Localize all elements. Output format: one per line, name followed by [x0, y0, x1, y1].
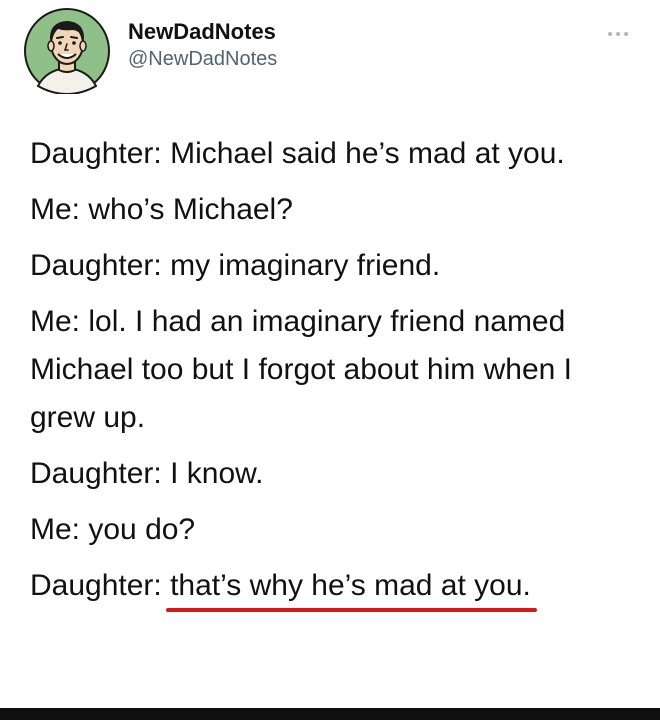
dialogue-line: Daughter: that’s why he’s mad at you.: [30, 562, 630, 612]
dialogue-text: lol. I had an imaginary friend named Mic…: [30, 305, 572, 434]
bottom-border: [0, 708, 660, 720]
tweet-text: Daughter: Michael said he’s mad at you. …: [30, 130, 630, 618]
dialogue-text: my imaginary friend.: [170, 249, 441, 282]
dialogue-text: Michael said he’s mad at you.: [170, 137, 565, 170]
author-handle[interactable]: @NewDadNotes: [128, 46, 277, 72]
dialogue-text: who’s Michael?: [88, 193, 293, 226]
underlined-punchline: that’s why he’s mad at you.: [166, 562, 537, 612]
speaker-label: Me:: [30, 193, 81, 226]
dialogue-line: Me: lol. I had an imaginary friend named…: [30, 298, 630, 442]
dialogue-line: Me: you do?: [30, 506, 630, 554]
dialogue-line: Daughter: I know.: [30, 450, 630, 498]
speaker-label: Daughter:: [30, 569, 162, 602]
author-info: NewDadNotes @NewDadNotes: [128, 18, 277, 72]
more-options-icon[interactable]: [606, 30, 630, 38]
dialogue-line: Daughter: my imaginary friend.: [30, 242, 630, 290]
dialogue-line: Me: who’s Michael?: [30, 186, 630, 234]
dialogue-text: I know.: [170, 457, 264, 490]
speaker-label: Daughter:: [30, 137, 162, 170]
speaker-label: Daughter:: [30, 249, 162, 282]
tweet-header: NewDadNotes @NewDadNotes: [24, 8, 634, 94]
dialogue-line: Daughter: Michael said he’s mad at you.: [30, 130, 630, 178]
speaker-label: Daughter:: [30, 457, 162, 490]
author-display-name[interactable]: NewDadNotes: [128, 18, 277, 46]
dialogue-text: you do?: [88, 513, 196, 546]
speaker-label: Me:: [30, 305, 81, 338]
speaker-label: Me:: [30, 513, 81, 546]
tweet-card: NewDadNotes @NewDadNotes Daughter: Micha…: [0, 0, 660, 708]
cartoon-man-avatar-icon[interactable]: [24, 8, 110, 94]
